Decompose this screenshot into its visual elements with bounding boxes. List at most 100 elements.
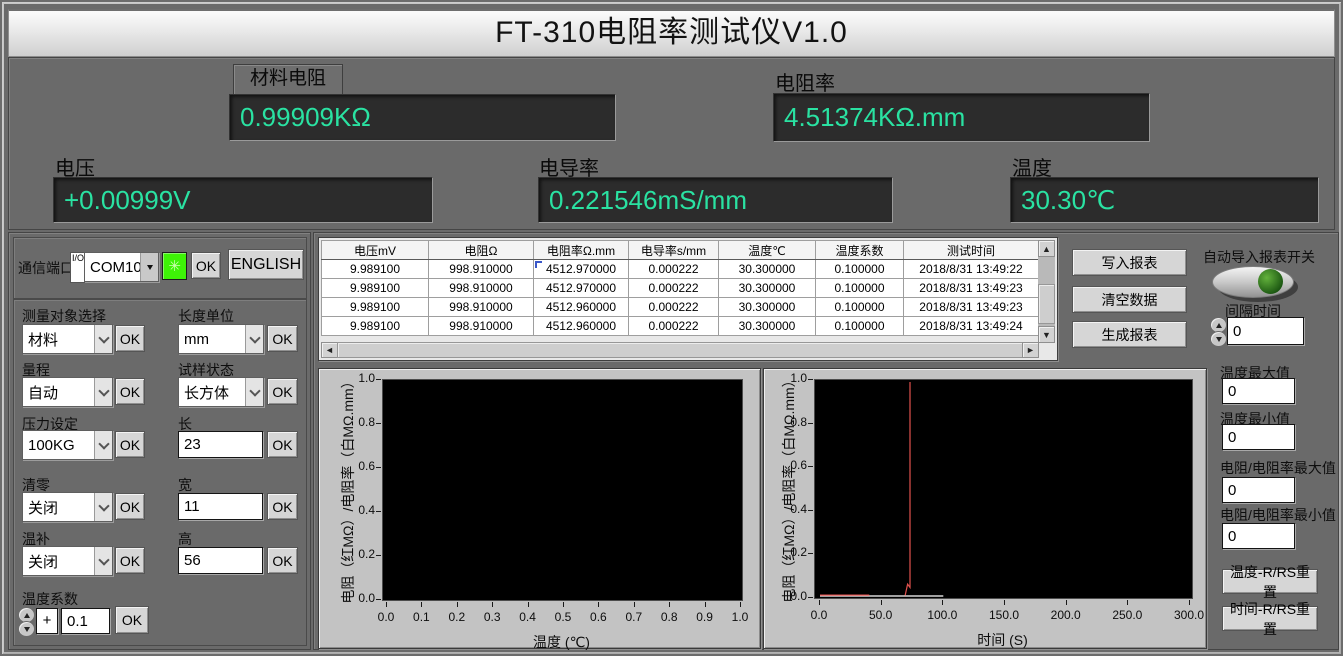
chevron-down-icon[interactable] (94, 378, 112, 406)
x-axis-label: 温度 (℃) (382, 632, 741, 652)
select-pressure[interactable]: 100KG (22, 430, 113, 460)
table-cell: 0.100000 (816, 298, 904, 317)
generate-report-button[interactable]: 生成报表 (1072, 321, 1187, 348)
x-tick-label: 200.0 (1041, 608, 1091, 622)
ok-button-length-unit[interactable]: OK (267, 325, 298, 352)
spinner-down-icon[interactable] (18, 621, 35, 637)
title-bar: FT-310电阻率测试仪V1.0 (8, 9, 1335, 58)
table-header-5: 温度系数 (816, 241, 904, 260)
select-zeroing[interactable]: 关闭 (22, 492, 113, 522)
scroll-left-icon[interactable]: ◄ (321, 342, 338, 358)
y-tick-mark (376, 599, 381, 600)
ok-button-pressure[interactable]: OK (115, 431, 145, 458)
ok-button-temp-coefficient[interactable]: OK (115, 606, 149, 634)
table-horizontal-scrollbar[interactable]: ◄► (321, 342, 1038, 358)
x-tick-mark (1127, 600, 1128, 605)
table-header-3: 电导率s/mm (629, 241, 719, 260)
ok-button-sample-shape[interactable]: OK (267, 378, 298, 405)
table-row: 9.989100998.9100004512.9700000.00022230.… (322, 260, 1039, 279)
table-cell: 30.300000 (719, 260, 816, 279)
scrollbar-thumb[interactable] (337, 342, 1023, 358)
table-cell: 998.910000 (429, 260, 534, 279)
chevron-down-icon[interactable] (94, 325, 112, 353)
ok-button-zeroing[interactable]: OK (115, 493, 145, 520)
table-cell: 2018/8/31 13:49:22 (904, 260, 1039, 279)
input-width[interactable] (178, 493, 263, 520)
input-res-max[interactable] (1222, 477, 1295, 503)
scrollbar-thumb[interactable] (1038, 284, 1055, 324)
chevron-down-icon[interactable] (245, 378, 263, 406)
table-cell: 998.910000 (429, 317, 534, 336)
y-axis-label: 电阻（红MΩ）/电阻率（白MΩ.mm） (779, 373, 799, 602)
scroll-down-icon[interactable]: ▼ (1038, 326, 1055, 343)
interval-input[interactable] (1227, 317, 1304, 345)
scroll-right-icon[interactable]: ► (1022, 342, 1039, 358)
table-header-2: 电阻率Ω.mm (534, 241, 629, 260)
comm-port-value: COM10 (90, 253, 142, 281)
temp-rrs-reset-button[interactable]: 温度-R/RS重置 (1222, 569, 1318, 594)
interval-spinner[interactable] (1210, 317, 1225, 345)
input-length[interactable] (178, 431, 263, 458)
comm-port-label: 通信端口 (18, 258, 74, 278)
input-res-min[interactable] (1222, 523, 1295, 549)
table-cell: 0.000222 (629, 298, 719, 317)
comm-ok-button[interactable]: OK (191, 252, 221, 279)
chevron-down-icon[interactable] (245, 325, 263, 353)
x-tick-mark (634, 602, 635, 607)
y-tick-mark (808, 466, 813, 467)
y-tick-mark (808, 379, 813, 380)
clear-data-button[interactable]: 清空数据 (1072, 286, 1187, 313)
comm-port-select[interactable]: COM10 (84, 252, 159, 282)
ok-button-width[interactable]: OK (267, 493, 298, 520)
table-cell: 2018/8/31 13:49:23 (904, 298, 1039, 317)
x-tick-mark (942, 600, 943, 605)
select-sample-shape[interactable]: 长方体 (178, 377, 264, 407)
table-cell: 998.910000 (429, 279, 534, 298)
spinner-down-icon[interactable] (1210, 331, 1227, 347)
material-resistance-label: 材料电阻 (233, 64, 343, 95)
sign-box-temp-coefficient[interactable]: + (36, 608, 58, 634)
x-tick-mark (819, 600, 820, 605)
table-cell: 4512.960000 (534, 298, 629, 317)
scroll-up-icon[interactable]: ▲ (1038, 240, 1055, 257)
time-rrs-reset-button[interactable]: 时间-R/RS重置 (1222, 606, 1318, 631)
label-res-min: 电阻/电阻率最小值 (1220, 505, 1336, 525)
table-header-0: 电压mV (322, 241, 429, 260)
english-button[interactable]: ENGLISH (228, 249, 304, 280)
ok-button-length[interactable]: OK (267, 431, 298, 458)
data-table[interactable]: 电压mV电阻Ω电阻率Ω.mm电导率s/mm温度℃温度系数测试时间9.989100… (321, 240, 1039, 336)
auto-report-toggle[interactable] (1212, 266, 1296, 299)
input-height[interactable] (178, 547, 263, 574)
ok-button-range[interactable]: OK (115, 378, 145, 405)
ok-button-temp-compensation[interactable]: OK (115, 547, 145, 574)
select-length-unit[interactable]: mm (178, 324, 264, 354)
controls-group: 测量对象选择材料OK量程自动OK压力设定100KGOK清零关闭OK温补关闭OK温… (13, 299, 307, 646)
chevron-down-icon[interactable] (94, 547, 112, 575)
chevron-down-icon[interactable] (94, 493, 112, 521)
chevron-down-icon[interactable] (140, 253, 158, 281)
resistivity-label: 电阻率 (775, 67, 835, 96)
table-cell: 0.000222 (629, 279, 719, 298)
table-vertical-scrollbar[interactable]: ▲▼ (1038, 240, 1055, 341)
select-temp-compensation[interactable]: 关闭 (22, 546, 113, 576)
chevron-down-icon[interactable] (94, 431, 112, 459)
y-tick-mark (376, 511, 381, 512)
input-temp-min[interactable] (1222, 424, 1295, 450)
x-axis-label: 时间 (S) (814, 630, 1191, 650)
ok-button-height[interactable]: OK (267, 547, 298, 574)
select-measure-target[interactable]: 材料 (22, 324, 113, 354)
ok-button-measure-target[interactable]: OK (115, 325, 145, 352)
write-report-button[interactable]: 写入报表 (1072, 249, 1187, 276)
select-range[interactable]: 自动 (22, 377, 113, 407)
table-cell: 30.300000 (719, 279, 816, 298)
toggle-knob[interactable] (1258, 269, 1283, 294)
table-cell: 30.300000 (719, 317, 816, 336)
select-value-zeroing: 关闭 (28, 493, 58, 521)
spinner-temp-coefficient[interactable] (18, 607, 33, 635)
table-header-4: 温度℃ (719, 241, 816, 260)
input-temp-max[interactable] (1222, 378, 1295, 404)
data-table-container[interactable]: 电压mV电阻Ω电阻率Ω.mm电导率s/mm温度℃温度系数测试时间9.989100… (318, 237, 1058, 361)
comm-group: 通信端口 I/O COM10 ✳ OK ENGLISH (13, 237, 307, 299)
table-cell: 0.000222 (629, 260, 719, 279)
input-temp-coefficient[interactable] (61, 608, 110, 634)
